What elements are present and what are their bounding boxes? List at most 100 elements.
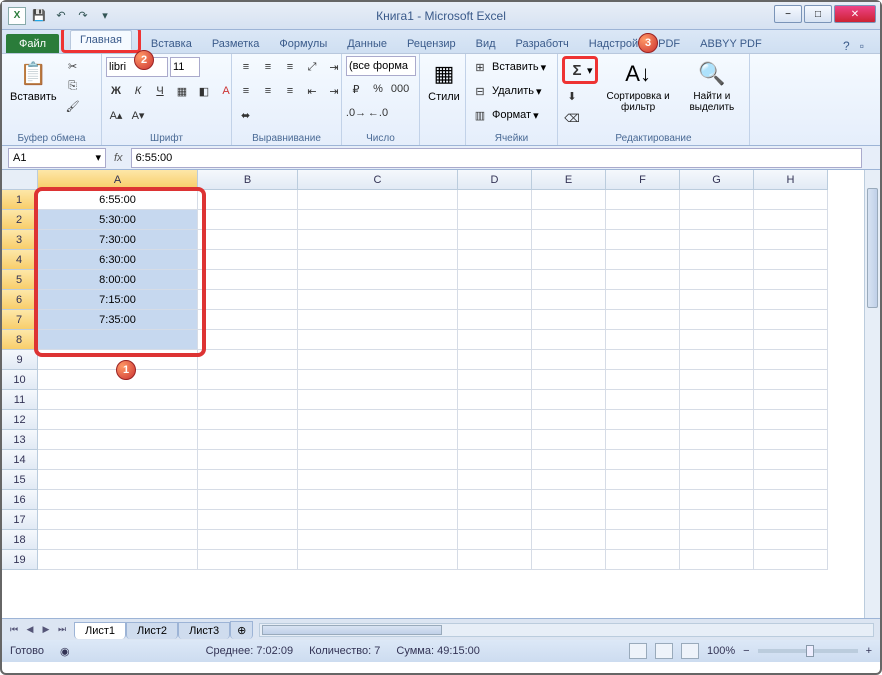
cell-F3[interactable]	[606, 230, 680, 250]
close-button[interactable]: ✕	[834, 5, 876, 23]
cell-A8[interactable]	[38, 330, 198, 350]
row-header-16[interactable]: 16	[2, 490, 38, 510]
cell-E3[interactable]	[532, 230, 606, 250]
cell-H1[interactable]	[754, 190, 828, 210]
cell-A7[interactable]: 7:35:00	[38, 310, 198, 330]
cell-D1[interactable]	[458, 190, 532, 210]
tab-insert[interactable]: Вставка	[141, 34, 202, 53]
cell-F14[interactable]	[606, 450, 680, 470]
cell-B16[interactable]	[198, 490, 298, 510]
col-header-C[interactable]: C	[298, 170, 458, 190]
macro-record-icon[interactable]: ◉	[60, 645, 70, 658]
cell-F4[interactable]	[606, 250, 680, 270]
cell-H13[interactable]	[754, 430, 828, 450]
cell-G18[interactable]	[680, 530, 754, 550]
cell-F5[interactable]	[606, 270, 680, 290]
cell-A18[interactable]	[38, 530, 198, 550]
help-icon[interactable]: ?	[843, 39, 850, 53]
row-header-12[interactable]: 12	[2, 410, 38, 430]
cell-D10[interactable]	[458, 370, 532, 390]
cell-F16[interactable]	[606, 490, 680, 510]
cell-F17[interactable]	[606, 510, 680, 530]
tab-layout[interactable]: Разметка	[202, 34, 270, 53]
align-middle-icon[interactable]: ≡	[258, 57, 278, 77]
cell-B19[interactable]	[198, 550, 298, 570]
cell-C3[interactable]	[298, 230, 458, 250]
cell-G9[interactable]	[680, 350, 754, 370]
row-header-6[interactable]: 6	[2, 290, 38, 310]
cell-C17[interactable]	[298, 510, 458, 530]
cell-F13[interactable]	[606, 430, 680, 450]
cell-F6[interactable]	[606, 290, 680, 310]
cell-G1[interactable]	[680, 190, 754, 210]
cell-B18[interactable]	[198, 530, 298, 550]
cell-H10[interactable]	[754, 370, 828, 390]
cell-D6[interactable]	[458, 290, 532, 310]
cut-icon[interactable]: ✂	[63, 56, 83, 76]
row-header-7[interactable]: 7	[2, 310, 38, 330]
underline-button[interactable]: Ч	[150, 81, 170, 101]
sheet-tab-2[interactable]: Лист2	[126, 622, 178, 639]
horizontal-scrollbar[interactable]	[259, 623, 874, 637]
delete-cell-icon[interactable]: ⊟	[470, 81, 490, 101]
cell-D15[interactable]	[458, 470, 532, 490]
hscroll-thumb[interactable]	[262, 625, 442, 635]
cell-G16[interactable]	[680, 490, 754, 510]
cell-C14[interactable]	[298, 450, 458, 470]
select-all-button[interactable]	[2, 170, 38, 190]
cell-E7[interactable]	[532, 310, 606, 330]
cell-C7[interactable]	[298, 310, 458, 330]
decrease-font-icon[interactable]: A▾	[128, 105, 148, 125]
decrease-decimal-icon[interactable]: ←.0	[368, 103, 388, 123]
tab-file[interactable]: Файл	[6, 34, 59, 53]
row-header-4[interactable]: 4	[2, 250, 38, 270]
cell-D8[interactable]	[458, 330, 532, 350]
delete-cell-label[interactable]: Удалить	[492, 85, 534, 97]
minimize-button[interactable]: −	[774, 5, 802, 23]
cell-B8[interactable]	[198, 330, 298, 350]
format-cell-icon[interactable]: ▥	[470, 105, 490, 125]
cell-A5[interactable]: 8:00:00	[38, 270, 198, 290]
cell-E5[interactable]	[532, 270, 606, 290]
col-header-G[interactable]: G	[680, 170, 754, 190]
row-header-8[interactable]: 8	[2, 330, 38, 350]
row-header-14[interactable]: 14	[2, 450, 38, 470]
wrap-text-icon[interactable]: ⇥	[324, 57, 344, 77]
cell-E2[interactable]	[532, 210, 606, 230]
col-header-B[interactable]: B	[198, 170, 298, 190]
fill-color-button[interactable]: ◧	[194, 81, 214, 101]
col-header-D[interactable]: D	[458, 170, 532, 190]
cell-G2[interactable]	[680, 210, 754, 230]
cell-C5[interactable]	[298, 270, 458, 290]
comma-icon[interactable]: 000	[390, 79, 410, 99]
cell-B9[interactable]	[198, 350, 298, 370]
qat-dropdown-icon[interactable]: ▾	[96, 7, 114, 25]
delete-cell-dd[interactable]: ▾	[536, 85, 542, 98]
format-painter-icon[interactable]: 🖌	[63, 96, 83, 116]
row-header-1[interactable]: 1	[2, 190, 38, 210]
row-header-2[interactable]: 2	[2, 210, 38, 230]
vscroll-thumb[interactable]	[867, 188, 878, 308]
cell-G8[interactable]	[680, 330, 754, 350]
cell-G4[interactable]	[680, 250, 754, 270]
cell-G5[interactable]	[680, 270, 754, 290]
clear-icon[interactable]: ⌫	[562, 108, 582, 128]
undo-icon[interactable]: ↶	[52, 7, 70, 25]
format-cell-dd[interactable]: ▾	[533, 109, 539, 122]
cell-H6[interactable]	[754, 290, 828, 310]
tab-review[interactable]: Рецензир	[397, 34, 466, 53]
number-format-combo[interactable]	[346, 56, 416, 76]
col-header-E[interactable]: E	[532, 170, 606, 190]
cell-G13[interactable]	[680, 430, 754, 450]
cell-G3[interactable]	[680, 230, 754, 250]
cell-A14[interactable]	[38, 450, 198, 470]
tab-formulas[interactable]: Формулы	[269, 34, 337, 53]
save-icon[interactable]: 💾	[30, 7, 48, 25]
cell-B3[interactable]	[198, 230, 298, 250]
font-size-combo[interactable]	[170, 57, 200, 77]
cell-B10[interactable]	[198, 370, 298, 390]
align-top-icon[interactable]: ≡	[236, 57, 256, 77]
sort-filter-button[interactable]: A↓ Сортировка и фильтр	[600, 56, 677, 115]
autosum-button[interactable]: Σ	[567, 60, 587, 80]
increase-indent-icon[interactable]: ⇥	[324, 81, 344, 101]
